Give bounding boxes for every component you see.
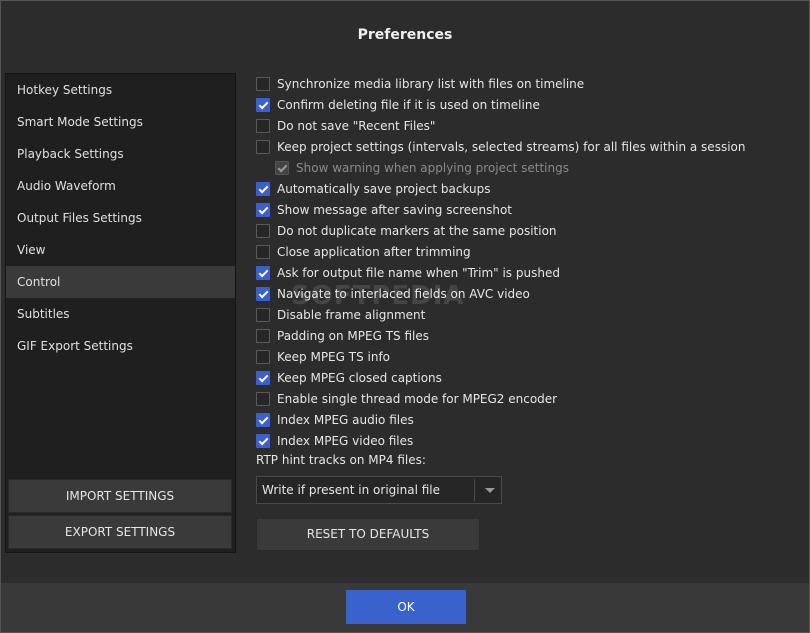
option-label: Automatically save project backups (277, 182, 491, 196)
sidebar-item-control[interactable]: Control (6, 266, 235, 298)
select-divider (474, 479, 475, 501)
option-checkbox[interactable] (256, 413, 270, 427)
sidebar-item-subtitles[interactable]: Subtitles (6, 298, 235, 330)
option-checkbox[interactable] (256, 350, 270, 364)
option-label: Show message after saving screenshot (277, 203, 513, 217)
option-label: Enable single thread mode for MPEG2 enco… (277, 392, 558, 406)
ok-button[interactable]: OK (346, 590, 466, 624)
rtp-hint-selected-value: Write if present in original file (262, 483, 440, 497)
option-checkbox[interactable] (256, 224, 270, 238)
option-label: Close application after trimming (277, 245, 471, 259)
option-label: Do not duplicate markers at the same pos… (277, 224, 557, 238)
option-checkbox[interactable] (256, 371, 270, 385)
option-checkbox[interactable] (256, 182, 270, 196)
sidebar-item-audio-waveform[interactable]: Audio Waveform (6, 170, 235, 202)
sidebar-item-output-files-settings[interactable]: Output Files Settings (6, 202, 235, 234)
rtp-hint-select[interactable]: Write if present in original file (256, 476, 502, 504)
option-checkbox[interactable] (256, 203, 270, 217)
sidebar-item-hotkey-settings[interactable]: Hotkey Settings (6, 74, 235, 106)
option-checkbox[interactable] (256, 392, 270, 406)
rtp-hint-label: RTP hint tracks on MP4 files: (256, 453, 426, 467)
option-label: Keep MPEG TS info (277, 350, 391, 364)
option-label: Keep project settings (intervals, select… (277, 140, 746, 154)
export-settings-button[interactable]: EXPORT SETTINGS (8, 515, 232, 549)
settings-sidebar: Hotkey Settings Smart Mode Settings Playba… (5, 73, 236, 553)
option-checkbox[interactable] (256, 77, 270, 91)
option-label: Ask for output file name when "Trim" is … (277, 266, 560, 280)
option-checkbox[interactable] (256, 434, 270, 448)
option-label: Confirm deleting file if it is used on t… (277, 98, 540, 112)
option-label: Do not save "Recent Files" (277, 119, 436, 133)
sidebar-item-playback-settings[interactable]: Playback Settings (6, 138, 235, 170)
preferences-window: Preferences Hotkey Settings Smart Mode Se… (0, 0, 810, 633)
option-checkbox[interactable] (256, 266, 270, 280)
sidebar-item-gif-export-settings[interactable]: GIF Export Settings (6, 330, 235, 362)
sidebar-item-smart-mode-settings[interactable]: Smart Mode Settings (6, 106, 235, 138)
option-checkbox[interactable] (256, 119, 270, 133)
option-label: Index MPEG video files (277, 434, 414, 448)
option-checkbox[interactable] (256, 245, 270, 259)
dialog-title: Preferences (357, 27, 453, 43)
option-label: Padding on MPEG TS files (277, 329, 429, 343)
option-checkbox[interactable] (256, 287, 270, 301)
option-checkbox[interactable] (256, 140, 270, 154)
option-checkbox[interactable] (256, 308, 270, 322)
reset-to-defaults-button[interactable]: RESET TO DEFAULTS (256, 518, 480, 551)
option-label: Show warning when applying project setti… (296, 161, 569, 175)
sidebar-item-view[interactable]: View (6, 234, 235, 266)
option-label: Keep MPEG closed captions (277, 371, 442, 385)
import-settings-button[interactable]: IMPORT SETTINGS (8, 479, 232, 513)
option-label: Synchronize media library list with file… (277, 77, 585, 91)
option-checkbox (275, 161, 289, 175)
option-label: Disable frame alignment (277, 308, 426, 322)
option-checkbox[interactable] (256, 98, 270, 112)
option-label: Navigate to interlaced fields on AVC vid… (277, 287, 530, 301)
option-checkbox[interactable] (256, 329, 270, 343)
option-label: Index MPEG audio files (277, 413, 414, 427)
chevron-down-icon[interactable] (485, 488, 495, 493)
